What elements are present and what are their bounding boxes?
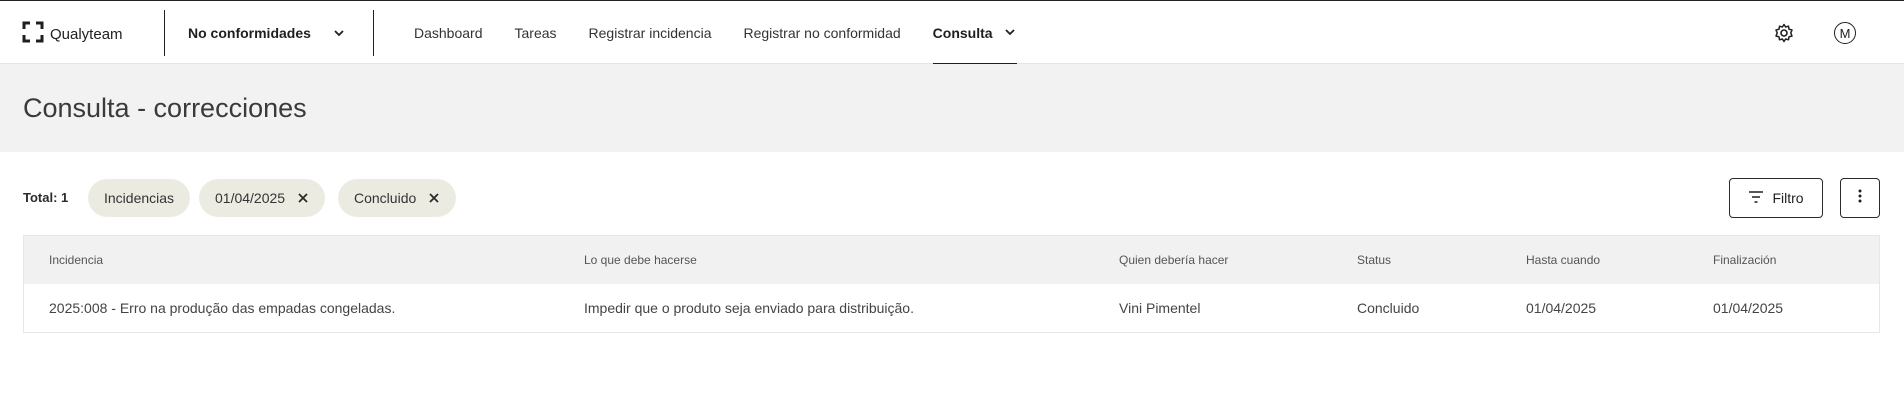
page-title: Consulta - correcciones (23, 93, 307, 123)
nav-item-label: Registrar incidencia (588, 25, 712, 41)
nav-item-dashboard[interactable]: Dashboard (414, 1, 483, 65)
divider (373, 10, 374, 56)
nav-item-label: Tareas (514, 25, 557, 41)
nav-item-label: Dashboard (414, 25, 483, 41)
close-icon[interactable] (428, 192, 440, 204)
cell-hasta-cuando: 01/04/2025 (1526, 300, 1597, 316)
more-options-button[interactable] (1840, 178, 1880, 218)
top-navigation-bar: Qualyteam No conformidades Dashboard Tar… (0, 0, 1904, 65)
cell-lo-que-debe-hacerse: Impedir que o produto seja enviado para … (584, 300, 914, 316)
app-name: Qualyteam (50, 26, 123, 43)
total-value: 1 (61, 190, 69, 205)
column-header-lo-que-debe-hacerse[interactable]: Lo que debe hacerse (584, 236, 697, 284)
total-count: Total: 1 (23, 190, 68, 205)
column-header-finalizacion[interactable]: Finalización (1713, 236, 1776, 284)
main-nav: Dashboard Tareas Registrar incidencia Re… (414, 1, 1049, 65)
total-label: Total: (23, 190, 58, 205)
close-icon[interactable] (297, 192, 309, 204)
corrections-table: Incidencia Lo que debe hacerse Quien deb… (23, 235, 1880, 333)
user-avatar[interactable]: M (1834, 22, 1856, 44)
cell-status: Concluido (1357, 300, 1420, 316)
cell-quien: Vini Pimentel (1119, 300, 1201, 316)
filter-chip-incidencias[interactable]: Incidencias (88, 179, 191, 217)
nav-item-tareas[interactable]: Tareas (515, 1, 557, 65)
chip-label: 01/04/2025 (215, 190, 286, 206)
chip-label: Concluido (354, 190, 417, 206)
module-selector-value: No conformidades (188, 25, 311, 41)
nav-item-registrar-incidencia[interactable]: Registrar incidencia (589, 1, 712, 65)
column-header-quien[interactable]: Quien debería hacer (1119, 236, 1228, 284)
cell-incidencia: 2025:008 - Erro na produção das empadas … (49, 300, 396, 316)
avatar-initial: M (1839, 25, 1851, 41)
module-selector[interactable]: No conformidades (188, 1, 311, 65)
gear-icon[interactable] (1774, 23, 1794, 48)
filter-button[interactable]: Filtro (1729, 178, 1823, 218)
nav-item-registrar-no-conformidad[interactable]: Registrar no conformidad (743, 1, 900, 65)
nav-item-consulta[interactable]: Consulta (932, 1, 1017, 65)
column-header-hasta-cuando[interactable]: Hasta cuando (1526, 236, 1600, 284)
bracket-frame-icon (22, 21, 44, 48)
column-header-status[interactable]: Status (1357, 236, 1391, 284)
table-row[interactable]: 2025:008 - Erro na produção das empadas … (24, 284, 1879, 332)
nav-item-label: Consulta (932, 25, 993, 41)
filter-chip-status[interactable]: Concluido (338, 179, 457, 217)
page-header: Consulta - correcciones (0, 64, 1904, 152)
app-logo[interactable]: Qualyteam (22, 21, 123, 48)
divider (164, 10, 165, 56)
more-vertical-icon (1858, 189, 1862, 208)
filter-lines-icon (1748, 190, 1764, 206)
chip-label: Incidencias (104, 190, 175, 206)
column-header-incidencia[interactable]: Incidencia (49, 236, 103, 284)
nav-item-label: Registrar no conformidad (743, 25, 901, 41)
chevron-down-icon (1003, 25, 1017, 42)
filter-chip-date[interactable]: 01/04/2025 (199, 179, 326, 217)
filter-button-label: Filtro (1772, 190, 1804, 206)
cell-finalizacion: 01/04/2025 (1713, 300, 1784, 316)
table-header: Incidencia Lo que debe hacerse Quien deb… (24, 236, 1879, 284)
chevron-down-icon[interactable] (332, 26, 346, 45)
